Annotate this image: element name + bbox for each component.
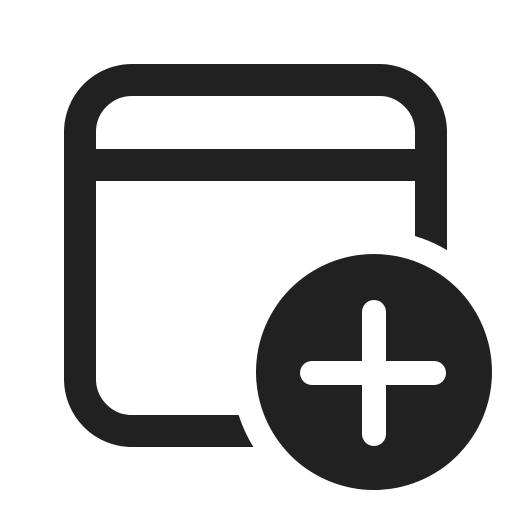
calendar-add-icon <box>64 64 492 490</box>
add-circle-icon <box>256 254 492 490</box>
icon-canvas <box>0 0 512 512</box>
